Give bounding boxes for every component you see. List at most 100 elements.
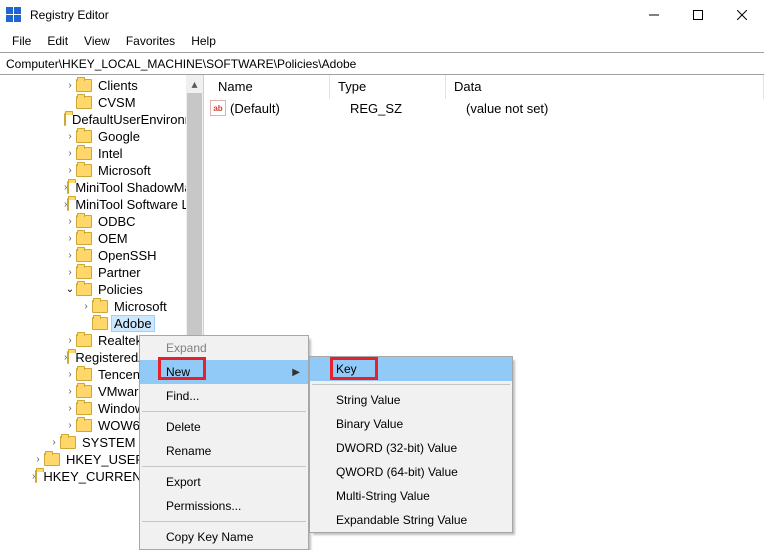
maximize-button[interactable]	[676, 0, 720, 30]
folder-icon	[76, 130, 92, 143]
address-path: Computer\HKEY_LOCAL_MACHINE\SOFTWARE\Pol…	[6, 57, 356, 71]
menu-item-new[interactable]: New ▶	[140, 360, 308, 384]
submenu-multi[interactable]: Multi-String Value	[310, 484, 512, 508]
submenu-qword[interactable]: QWORD (64-bit) Value	[310, 460, 512, 484]
tree-item-label: Microsoft	[96, 163, 153, 178]
folder-icon	[76, 79, 92, 92]
tree-item-label: OEM	[96, 231, 130, 246]
tree-item-label: Partner	[96, 265, 143, 280]
tree-item[interactable]: › OEM	[0, 230, 203, 247]
folder-icon	[76, 249, 92, 262]
chevron-right-icon[interactable]: ›	[64, 369, 76, 380]
tree-item-label: OpenSSH	[96, 248, 159, 263]
tree-item-label: SYSTEM	[80, 435, 137, 450]
folder-icon	[67, 351, 69, 364]
chevron-right-icon[interactable]: ›	[64, 250, 76, 261]
folder-icon	[76, 215, 92, 228]
value-type: REG_SZ	[350, 101, 466, 116]
chevron-right-icon[interactable]: ›	[64, 403, 76, 414]
menu-item-permissions[interactable]: Permissions...	[140, 494, 308, 518]
submenu-dword[interactable]: DWORD (32-bit) Value	[310, 436, 512, 460]
folder-icon	[76, 147, 92, 160]
chevron-right-icon[interactable]: ›	[32, 454, 44, 465]
menubar: File Edit View Favorites Help	[0, 30, 764, 52]
chevron-right-icon[interactable]: ›	[64, 420, 76, 431]
menu-favorites[interactable]: Favorites	[118, 31, 183, 51]
close-button[interactable]	[720, 0, 764, 30]
chevron-right-icon[interactable]: ›	[48, 437, 60, 448]
folder-icon	[76, 164, 92, 177]
folder-icon	[92, 300, 108, 313]
tree-item[interactable]: › Partner	[0, 264, 203, 281]
col-type[interactable]: Type	[330, 75, 446, 99]
chevron-right-icon[interactable]: ›	[64, 233, 76, 244]
tree-item[interactable]: › Microsoft	[0, 162, 203, 179]
tree-item-label: MiniTool Software Limited	[73, 197, 204, 212]
tree-item[interactable]: ›MiniTool ShadowMaker	[0, 179, 203, 196]
submenu-string[interactable]: String Value	[310, 388, 512, 412]
chevron-right-icon[interactable]: ›	[64, 386, 76, 397]
folder-icon	[76, 232, 92, 245]
menu-item-delete[interactable]: Delete	[140, 415, 308, 439]
tree-item-label: Policies	[96, 282, 145, 297]
folder-icon	[76, 385, 92, 398]
folder-icon	[76, 334, 92, 347]
tree-item-label: Realtek	[96, 333, 144, 348]
tree-item[interactable]: ›MiniTool Software Limited	[0, 196, 203, 213]
menu-separator	[142, 411, 306, 412]
menu-item-copykey[interactable]: Copy Key Name	[140, 525, 308, 549]
minimize-button[interactable]	[632, 0, 676, 30]
chevron-right-icon[interactable]: ›	[64, 335, 76, 346]
tree-item-label: CVSM	[96, 95, 138, 110]
menu-view[interactable]: View	[76, 31, 118, 51]
address-bar[interactable]: Computer\HKEY_LOCAL_MACHINE\SOFTWARE\Pol…	[0, 52, 764, 75]
menu-help[interactable]: Help	[183, 31, 224, 51]
col-name[interactable]: Name	[210, 75, 330, 99]
menu-item-find[interactable]: Find...	[140, 384, 308, 408]
menu-separator	[142, 466, 306, 467]
tree-item[interactable]: › Microsoft	[0, 298, 203, 315]
chevron-right-icon[interactable]: ›	[64, 165, 76, 176]
window-title: Registry Editor	[28, 8, 632, 22]
chevron-right-icon[interactable]: ›	[80, 301, 92, 312]
context-menu: Expand New ▶ Find... Delete Rename Expor…	[139, 335, 309, 550]
tree-item[interactable]: › Intel	[0, 145, 203, 162]
tree-item[interactable]: ›ODBC	[0, 213, 203, 230]
menu-item-export[interactable]: Export	[140, 470, 308, 494]
submenu-expand[interactable]: Expandable String Value	[310, 508, 512, 532]
chevron-right-icon[interactable]: ›	[64, 131, 76, 142]
submenu-binary[interactable]: Binary Value	[310, 412, 512, 436]
tree-item[interactable]: › Google	[0, 128, 203, 145]
submenu-key[interactable]: Key	[310, 357, 512, 381]
chevron-right-icon[interactable]: ›	[64, 216, 76, 227]
value-row[interactable]: ab (Default) REG_SZ (value not set)	[204, 99, 764, 117]
tree-item[interactable]: Adobe	[0, 315, 203, 332]
chevron-right-icon[interactable]: ›	[64, 267, 76, 278]
folder-icon	[64, 113, 66, 126]
menu-file[interactable]: File	[4, 31, 39, 51]
tree-item-label: DefaultUserEnvironment	[70, 112, 204, 127]
tree-item-label: Google	[96, 129, 142, 144]
menu-edit[interactable]: Edit	[39, 31, 76, 51]
folder-icon	[92, 317, 108, 330]
titlebar: Registry Editor	[0, 0, 764, 30]
regedit-icon	[6, 7, 22, 23]
tree-item[interactable]: › OpenSSH	[0, 247, 203, 264]
col-data[interactable]: Data	[446, 75, 764, 99]
chevron-right-icon[interactable]: ›	[64, 148, 76, 159]
menu-item-rename[interactable]: Rename	[140, 439, 308, 463]
tree-item[interactable]: DefaultUserEnvironment	[0, 111, 203, 128]
tree-item[interactable]: ›Clients	[0, 77, 203, 94]
tree-item[interactable]: ⌄ Policies	[0, 281, 203, 298]
folder-icon	[76, 283, 92, 296]
chevron-down-icon[interactable]: ⌄	[64, 284, 76, 295]
folder-icon	[76, 96, 92, 109]
folder-icon	[67, 198, 69, 211]
chevron-right-icon[interactable]: ›	[64, 80, 76, 91]
tree-item-label: Intel	[96, 146, 125, 161]
folder-icon	[76, 419, 92, 432]
tree-item[interactable]: CVSM	[0, 94, 203, 111]
scroll-up-icon[interactable]: ▴	[186, 75, 203, 92]
tree-item-label: MiniTool ShadowMaker	[73, 180, 204, 195]
tree-item-label: Microsoft	[112, 299, 169, 314]
